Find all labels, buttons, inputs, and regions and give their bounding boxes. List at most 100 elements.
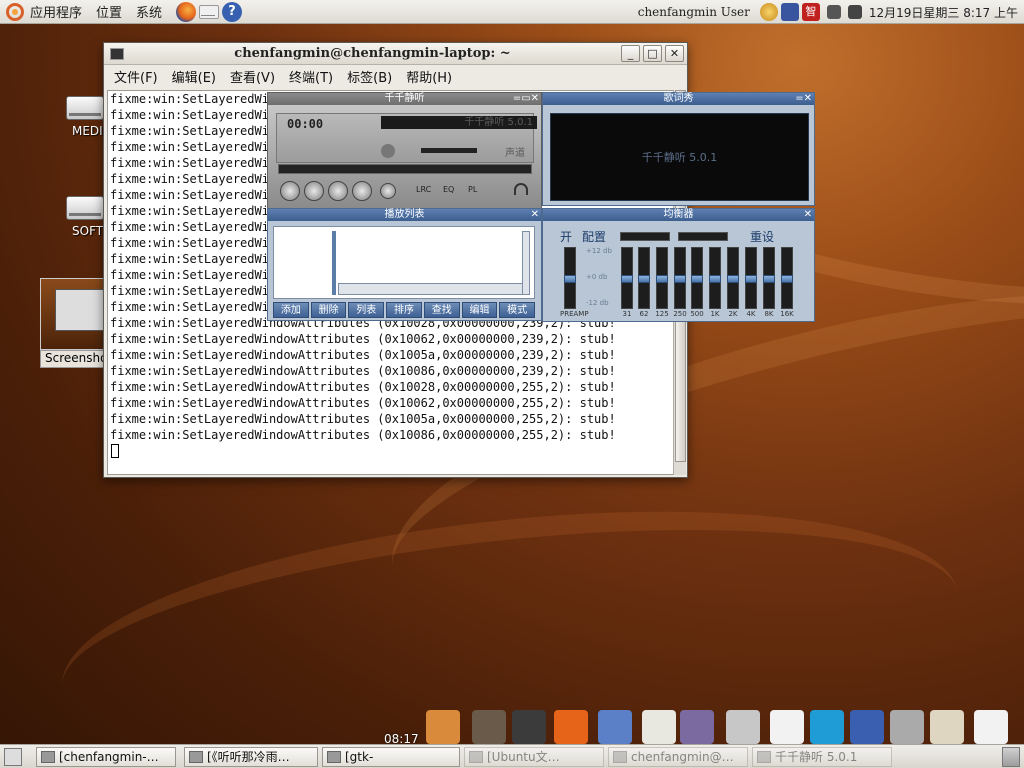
eq-band-slider[interactable]: [564, 247, 576, 309]
eq-band-knob[interactable]: [763, 275, 775, 283]
firefox-icon[interactable]: [176, 1, 197, 22]
eq-band-slider[interactable]: [656, 247, 668, 309]
eq-band-knob[interactable]: [656, 275, 668, 283]
volume-icon[interactable]: [847, 5, 862, 19]
menu-help[interactable]: 帮助(H): [406, 67, 452, 86]
eq-band-slider[interactable]: [781, 247, 793, 309]
menu-applications[interactable]: 应用程序: [30, 2, 82, 21]
grid-icon[interactable]: [850, 710, 884, 744]
menu-tabs[interactable]: 标签(B): [347, 67, 392, 86]
menu-places[interactable]: 位置: [96, 2, 122, 21]
eq-band-slider[interactable]: [763, 247, 775, 309]
taskbar-button[interactable]: chenfangmin@…: [608, 747, 748, 767]
eq-band-knob[interactable]: [781, 275, 793, 283]
window2-icon[interactable]: [974, 710, 1008, 744]
add-button[interactable]: 添加: [273, 302, 309, 318]
close-button[interactable]: ✕: [665, 45, 684, 62]
close-icon[interactable]: =▭✕: [513, 93, 539, 105]
help-icon[interactable]: ?: [222, 1, 243, 22]
chat-icon[interactable]: [726, 710, 760, 744]
seek-bar[interactable]: [278, 164, 532, 174]
close-icon[interactable]: ✕: [531, 209, 539, 221]
eq-band-knob[interactable]: [674, 275, 686, 283]
eq-band-knob[interactable]: [691, 275, 703, 283]
terminal-icon[interactable]: [110, 47, 124, 60]
taskbar-button[interactable]: [Ubuntu文…: [464, 747, 604, 767]
mode-button[interactable]: 模式: [499, 302, 536, 318]
speaker-icon[interactable]: [381, 144, 395, 158]
edit-button[interactable]: 编辑: [461, 302, 498, 318]
desktop-icon-label[interactable]: Screensho: [40, 350, 106, 368]
show-desktop-icon[interactable]: [4, 748, 22, 766]
pin-icon[interactable]: [890, 710, 924, 744]
ttplayer-eq-titlebar[interactable]: 均衡器 ✕: [543, 209, 814, 221]
play-button[interactable]: [304, 181, 324, 201]
menu-edit[interactable]: 编辑(E): [172, 67, 216, 86]
eq-band-slider[interactable]: [621, 247, 633, 309]
find-button[interactable]: 查找: [423, 302, 460, 318]
taskbar-button[interactable]: [《听听那冷雨…: [184, 747, 318, 767]
eq-band-knob[interactable]: [621, 275, 633, 283]
menu-terminal[interactable]: 终端(T): [289, 67, 333, 86]
eq-band-knob[interactable]: [638, 275, 650, 283]
eq-band-slider[interactable]: [745, 247, 757, 309]
skype-icon[interactable]: [810, 710, 844, 744]
close-icon[interactable]: =✕: [795, 93, 812, 105]
close-icon[interactable]: ✕: [804, 209, 812, 221]
tab-pl[interactable]: PL: [468, 185, 477, 194]
headphones-icon[interactable]: [514, 183, 528, 195]
eq-surround-slider[interactable]: [678, 231, 729, 241]
eq-band-slider[interactable]: [638, 247, 650, 309]
terminal-titlebar[interactable]: chenfangmin@chenfangmin-laptop: ~ _ □ ✕: [104, 43, 687, 65]
sort-button[interactable]: 排序: [386, 302, 422, 318]
menu-view[interactable]: 查看(V): [230, 67, 275, 86]
taskbar-button[interactable]: 千千静听 5.0.1: [752, 747, 892, 767]
stop-button[interactable]: [380, 183, 396, 199]
pidgin-icon[interactable]: [680, 710, 714, 744]
minimize-button[interactable]: _: [621, 45, 640, 62]
tab-eq[interactable]: EQ: [443, 185, 454, 194]
screenshot-thumbnail-icon[interactable]: [40, 278, 106, 350]
trash-icon[interactable]: [1002, 747, 1020, 767]
notes-icon[interactable]: [930, 710, 964, 744]
ttplayer-lyric-titlebar[interactable]: 歌词秀 =✕: [543, 93, 814, 105]
taskbar-button[interactable]: [gtk-: [322, 747, 460, 767]
smiley-icon[interactable]: [759, 3, 778, 21]
playlist-splitter[interactable]: [332, 231, 336, 295]
eq-band-slider[interactable]: [709, 247, 721, 309]
mail-icon[interactable]: [199, 4, 220, 19]
playlist-area[interactable]: [273, 226, 535, 299]
menu-system[interactable]: 系统: [136, 2, 162, 21]
eq-config-button[interactable]: 配置: [582, 228, 606, 245]
eq-on-toggle[interactable]: 开: [560, 228, 572, 245]
tab-lrc[interactable]: LRC: [416, 185, 431, 194]
eq-band-slider[interactable]: [674, 247, 686, 309]
keyboard-icon[interactable]: [780, 3, 799, 21]
delete-button[interactable]: 删除: [310, 302, 347, 318]
pause-button[interactable]: [328, 181, 348, 201]
ttplayer-main-titlebar[interactable]: 千千静听 =▭✕: [268, 93, 541, 105]
clock[interactable]: 12月19日星期三 8:17 上午: [869, 4, 1018, 21]
eq-reset-button[interactable]: 重设: [750, 228, 774, 245]
maximize-button[interactable]: □: [643, 45, 662, 62]
network-icon[interactable]: [826, 5, 841, 19]
eq-band-knob[interactable]: [709, 275, 721, 283]
next-button[interactable]: [352, 181, 372, 201]
firefox-icon[interactable]: [554, 710, 588, 744]
mplayer-icon[interactable]: [598, 710, 632, 744]
home-folder-icon[interactable]: [426, 710, 460, 744]
eq-band-slider[interactable]: [727, 247, 739, 309]
eq-band-knob[interactable]: [727, 275, 739, 283]
eq-band-knob[interactable]: [564, 275, 576, 283]
eq-band-slider[interactable]: [691, 247, 703, 309]
system-tools-icon[interactable]: [472, 710, 506, 744]
eq-balance-slider[interactable]: [620, 231, 671, 241]
window-icon[interactable]: [770, 710, 804, 744]
ubuntu-logo-icon[interactable]: [6, 2, 24, 21]
playlist-vscrollbar[interactable]: [522, 231, 530, 295]
playlist-hscrollbar[interactable]: [338, 283, 524, 295]
terminal-icon[interactable]: [512, 710, 546, 744]
eq-band-knob[interactable]: [745, 275, 757, 283]
desktop-icon-media[interactable]: MEDIA: [40, 96, 110, 138]
document-icon[interactable]: [642, 710, 676, 744]
